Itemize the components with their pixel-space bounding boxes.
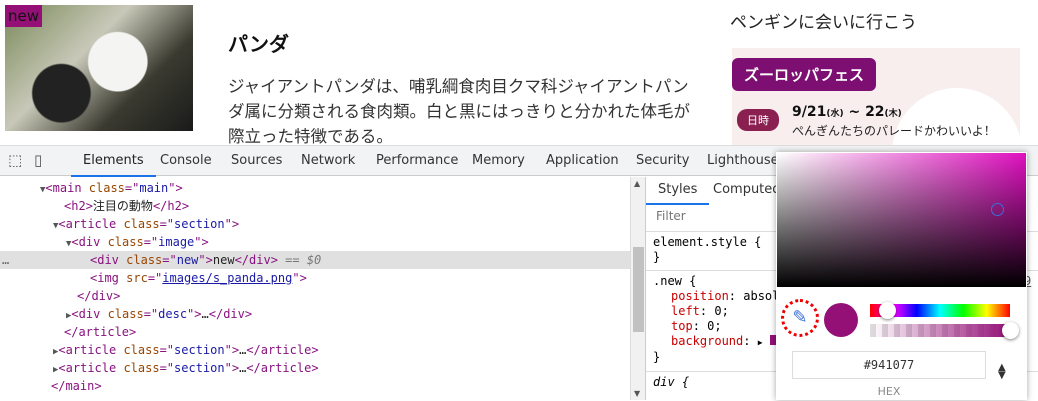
prop-value[interactable]: absol (743, 289, 779, 303)
dow2: (木) (884, 109, 902, 119)
tab-elements[interactable]: Elements (71, 153, 156, 177)
tab-memory[interactable]: Memory (472, 153, 525, 168)
tab-sources[interactable]: Sources (231, 153, 282, 168)
tab-styles[interactable]: Styles (646, 182, 710, 205)
dom-node-text: <img src="images/s_panda.png"> (90, 271, 307, 285)
hex-input[interactable]: #941077 (792, 351, 986, 379)
article-title: パンダ (228, 32, 289, 56)
dom-node[interactable]: ▼<article class="section"> (0, 215, 630, 233)
tab-network[interactable]: Network (301, 153, 355, 168)
dom-node[interactable]: ▶<div class="desc">…</div> (0, 305, 630, 323)
dom-node[interactable]: </main> (0, 377, 630, 395)
eyedropper-icon[interactable]: ✎ (781, 299, 819, 337)
tab-application[interactable]: Application (546, 153, 619, 168)
dom-node[interactable]: </article> (0, 323, 630, 341)
dom-node[interactable]: ▶<article class="section">…</article> (0, 341, 630, 359)
dom-node-text: <div class="image"> (71, 235, 209, 249)
dom-node-text: <article class="section">…</article> (58, 343, 319, 357)
hue-handle[interactable] (879, 302, 896, 319)
tab-computed[interactable]: Computed (713, 182, 781, 197)
dom-node-text: </main> (51, 379, 102, 393)
dom-node[interactable]: ▼<main class="main"> (0, 179, 630, 197)
prop-name: background (671, 334, 744, 348)
saturation-value-area[interactable] (777, 153, 1026, 287)
tab-security[interactable]: Security (636, 153, 689, 168)
color-handle[interactable] (991, 203, 1004, 216)
tab-console[interactable]: Console (160, 153, 212, 168)
article-description: ジャイアントパンダは、哺乳綱食肉目クマ科ジャイアントパンダ属に分類される食肉類。… (228, 77, 690, 145)
expand-icon[interactable]: ▶ (758, 338, 763, 347)
prop-name: top (671, 319, 693, 333)
alpha-slider[interactable] (870, 324, 1010, 337)
current-color-swatch (824, 303, 858, 337)
date-start: 9/21 (792, 104, 827, 120)
inspect-icon[interactable]: ⬚ (8, 151, 22, 169)
dom-node-text: <div class="desc">…</div> (71, 307, 253, 321)
dom-node[interactable]: ▶<article class="section">…</article> (0, 359, 630, 377)
prop-name: position (671, 289, 729, 303)
event-subtitle: ぺんぎんたちのパレードかわいいよ！ (792, 124, 996, 138)
device-toolbar-icon[interactable]: ▯ (34, 151, 42, 169)
dom-node-text: <main class="main"> (45, 181, 183, 195)
dom-node-text: <article class="section">…</article> (58, 361, 319, 375)
prop-value[interactable]: 0; (714, 304, 728, 318)
date-end: 22 (865, 104, 885, 120)
scroll-down-icon[interactable]: ▼ (634, 389, 640, 398)
dom-node-selected[interactable]: … <div class="new">new</div> == $0 (0, 251, 630, 269)
styles-filter-input[interactable] (650, 205, 790, 227)
format-toggle-icon[interactable]: ▲▼ (998, 363, 1006, 381)
tab-lighthouse[interactable]: Lighthouse (707, 153, 779, 168)
dom-node[interactable]: </div> (0, 287, 630, 305)
fes-label: ズーロッパフェス (732, 58, 877, 91)
dom-node-text: <article class="section"> (58, 217, 240, 231)
dom-node[interactable]: <h2>注目の動物</h2> (0, 197, 630, 215)
event-banner[interactable]: ズーロッパフェス 日時 9/21(水) ~ 22(木) ぺんぎんたちのパレードか… (732, 48, 1020, 145)
date-sep: ~ (843, 104, 866, 120)
color-picker: ✎ #941077 ▲▼ HEX (776, 152, 1027, 400)
more-icon[interactable]: … (2, 251, 9, 269)
alpha-handle[interactable] (1002, 322, 1019, 339)
dom-node[interactable]: ▼<div class="image"> (0, 233, 630, 251)
dow1: (水) (826, 109, 844, 119)
dom-node-text: </div> (77, 289, 121, 303)
dom-scrollbar[interactable]: ▲ ▼ (630, 177, 645, 400)
hex-label: HEX (877, 385, 901, 398)
dom-node-text: <div class="new">new</div> == $0 (90, 253, 322, 267)
side-title: ペンギンに会いに行こう (730, 13, 917, 33)
tab-performance[interactable]: Performance (376, 153, 458, 168)
scrollbar-thumb[interactable] (633, 247, 644, 332)
dom-node[interactable]: <img src="images/s_panda.png"> (0, 269, 630, 287)
dom-node-text: <h2>注目の動物</h2> (64, 199, 190, 213)
web-page: new パンダ ジャイアントパンダは、哺乳綱食肉目クマ科ジャイアントパンダ属に分… (0, 0, 1038, 145)
dom-node-text: </article> (64, 325, 137, 339)
date-badge: 日時 (737, 109, 779, 131)
event-date: 9/21(水) ~ 22(木) (792, 104, 902, 120)
dom-tree: ▼<main class="main"> <h2>注目の動物</h2> ▼<ar… (0, 177, 630, 400)
scroll-up-icon[interactable]: ▲ (634, 179, 640, 188)
prop-value[interactable]: 0; (707, 319, 721, 333)
prop-name: left (671, 304, 700, 318)
new-label: new (5, 5, 43, 27)
